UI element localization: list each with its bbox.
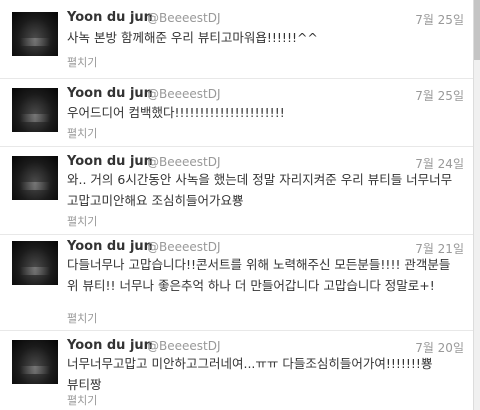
- author-name[interactable]: Yoon du jun: [67, 239, 153, 254]
- author-handle[interactable]: @BeeeestDJ: [147, 87, 221, 101]
- expand-link[interactable]: 펼치기: [67, 213, 97, 229]
- scrollbar-thumb[interactable]: [474, 0, 480, 60]
- tweet-feed: Yoon du jun @BeeeestDJ 7월 25일 사녹 본방 함께해준…: [0, 0, 474, 410]
- tweet-text: 사녹 본방 함께해준 우리 뷰티고마워욥!!!!!!^^: [67, 30, 318, 45]
- scrollbar[interactable]: [473, 0, 480, 410]
- author-handle[interactable]: @BeeeestDJ: [147, 11, 221, 25]
- author-handle[interactable]: @BeeeestDJ: [147, 155, 221, 169]
- tweet-text: 너무너무고맙고 미안하고그러네여...ㅠㅠ 다들조심히들어가여!!!!!!!뿅 …: [67, 356, 433, 392]
- avatar[interactable]: [12, 340, 58, 384]
- avatar[interactable]: [12, 156, 58, 200]
- avatar[interactable]: [12, 12, 58, 56]
- author-handle[interactable]: @BeeeestDJ: [147, 339, 221, 353]
- tweet-date[interactable]: 7월 25일: [415, 11, 464, 28]
- author-name[interactable]: Yoon du jun: [67, 86, 153, 101]
- tweet-text: 다들너무나 고맙습니다!!콘서트를 위해 노력해주신 모든분들!!!! 관객분들…: [67, 257, 451, 293]
- author-name[interactable]: Yoon du jun: [67, 338, 153, 353]
- avatar[interactable]: [12, 88, 58, 132]
- author-name[interactable]: Yoon du jun: [67, 154, 153, 169]
- expand-link[interactable]: 펼치기: [67, 54, 97, 70]
- tweet-item[interactable]: Yoon du jun @BeeeestDJ 7월 20일 너무너무고맙고 미안…: [0, 330, 474, 410]
- tweet-item[interactable]: Yoon du jun @BeeeestDJ 7월 25일 사녹 본방 함께해준…: [0, 0, 474, 79]
- tweet-item[interactable]: Yoon du jun @BeeeestDJ 7월 25일 우어드디어 컴백했다…: [0, 78, 474, 147]
- expand-link[interactable]: 펼치기: [67, 392, 97, 408]
- tweet-item[interactable]: Yoon du jun @BeeeestDJ 7월 24일 와.. 거의 6시간…: [0, 146, 474, 235]
- expand-link[interactable]: 펼치기: [67, 125, 97, 141]
- tweet-text: 우어드디어 컴백했다!!!!!!!!!!!!!!!!!!!!!!: [67, 105, 285, 120]
- tweet-text: 와.. 거의 6시간동안 사녹을 했는데 정말 자리지켜준 우리 뷰티들 너무너…: [67, 172, 453, 208]
- avatar[interactable]: [12, 241, 58, 285]
- author-name[interactable]: Yoon du jun: [67, 10, 153, 25]
- expand-link[interactable]: 펼치기: [67, 310, 97, 326]
- author-handle[interactable]: @BeeeestDJ: [147, 240, 221, 254]
- tweet-item[interactable]: Yoon du jun @BeeeestDJ 7월 21일 다들너무나 고맙습니…: [0, 234, 474, 331]
